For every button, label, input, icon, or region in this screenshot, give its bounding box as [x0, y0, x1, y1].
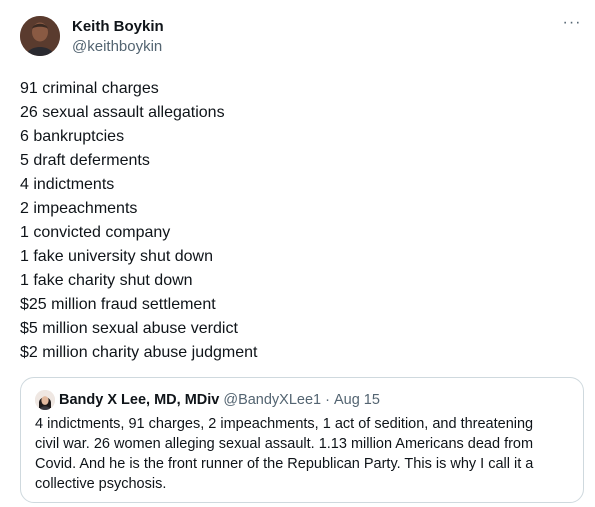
tweet-text: 91 criminal charges 26 sexual assault al… [20, 77, 257, 365]
quoted-tweet-text: 4 indictments, 91 charges, 2 impeachment… [35, 416, 534, 492]
tweet-line: 4 indictments [20, 176, 115, 193]
quoted-tweet-date[interactable]: Aug 15 [334, 392, 380, 408]
tweet-line: 5 draft deferments [20, 152, 150, 169]
tweet-line: 91 criminal charges [20, 80, 159, 97]
tweet-line: 1 fake charity shut down [20, 272, 193, 289]
quoted-author-avatar[interactable] [35, 390, 55, 410]
tweet-line: $2 million charity abuse judgment [20, 344, 258, 361]
tweet-line: $25 million fraud settlement [20, 296, 216, 313]
tweet-line: 1 fake university shut down [20, 248, 213, 265]
tweet-line: 1 convicted company [20, 224, 171, 241]
author-info: Keith Boykin @keithboykin [72, 18, 164, 57]
author-avatar[interactable] [20, 16, 60, 56]
author-display-name[interactable]: Keith Boykin [72, 18, 164, 36]
author-handle[interactable]: @keithboykin [72, 37, 164, 57]
quoted-author-display-name[interactable]: Bandy X Lee, MD, MDiv [59, 392, 219, 408]
more-options-icon[interactable]: ··· [561, 15, 583, 36]
quoted-author-handle[interactable]: @BandyXLee1 [223, 392, 321, 408]
tweet-line: 2 impeachments [20, 200, 138, 217]
quoted-tweet-header: Bandy X Lee, MD, MDiv @BandyXLee1 · Aug … [35, 390, 380, 410]
tweet-line: 6 bankruptcies [20, 128, 125, 145]
quoted-separator: · [325, 392, 330, 408]
tweet-line: 26 sexual assault allegations [20, 104, 225, 121]
tweet-card: Keith Boykin @keithboykin ··· 91 crimina… [0, 0, 595, 507]
quoted-tweet[interactable]: Bandy X Lee, MD, MDiv @BandyXLee1 · Aug … [20, 377, 584, 503]
tweet-line: $5 million sexual abuse verdict [20, 320, 238, 337]
